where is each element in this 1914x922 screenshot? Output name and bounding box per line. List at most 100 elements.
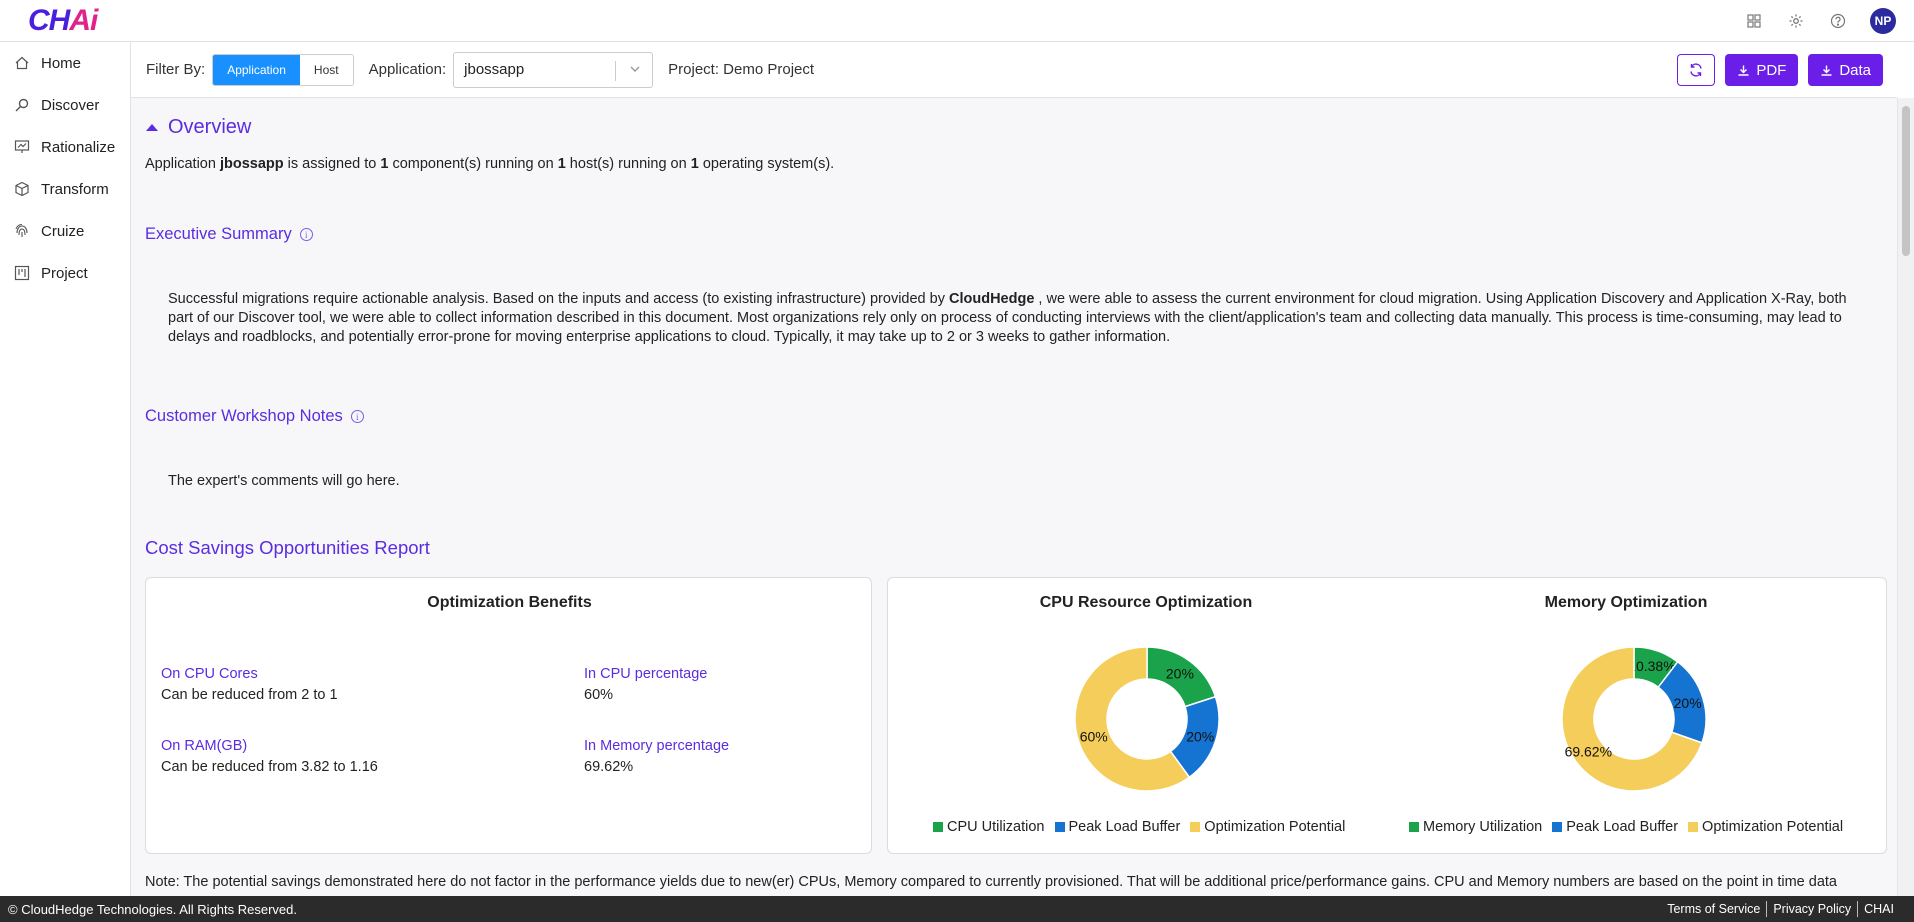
board-icon — [12, 263, 32, 283]
legend-swatch — [1054, 822, 1065, 832]
legend-item[interactable]: CPU Utilization — [933, 819, 1045, 835]
sidebar-item-label: Discover — [41, 96, 100, 114]
memory-percentage-label: In Memory percentage — [584, 738, 730, 754]
executive-summary-title: Executive Summary i — [145, 225, 313, 244]
optimization-benefits-card: Optimization Benefits On CPU Cores Can b… — [145, 577, 872, 854]
workshop-notes-title: Customer Workshop Notes i — [145, 407, 364, 426]
cube-icon — [12, 179, 32, 199]
copyright-text: © CloudHedge Technologies. All Rights Re… — [8, 901, 298, 917]
sidebar-item-cruize[interactable]: Cruize — [0, 210, 130, 252]
filter-application-button[interactable]: Application — [213, 54, 300, 85]
sidebar-item-rationalize[interactable]: Rationalize — [0, 126, 130, 168]
app-logo[interactable]: CHAi — [28, 4, 98, 38]
filter-by-label: Filter By: — [146, 61, 206, 78]
cpu-cores-value: Can be reduced from 2 to 1 — [161, 687, 338, 703]
memory-percentage-value: 69.62% — [584, 759, 634, 775]
avatar[interactable]: NP — [1870, 8, 1896, 34]
optimization-charts-card: CPU Resource Optimization Memory Optimiz… — [887, 577, 1887, 854]
overview-text: Application jbossapp is assigned to 1 co… — [145, 156, 835, 172]
application-select[interactable]: jbossapp — [453, 51, 654, 88]
filter-segmented-control: Application Host — [212, 53, 354, 86]
footer-links: Terms of Service Privacy Policy CHAI — [1661, 896, 1900, 922]
download-icon — [1738, 65, 1749, 76]
content-scrollbar[interactable] — [1897, 98, 1914, 896]
sidebar-item-home[interactable]: Home — [0, 42, 130, 84]
gear-icon[interactable] — [1786, 11, 1806, 31]
legend-item[interactable]: Optimization Potential — [1688, 819, 1843, 835]
memory-chart-legend: Memory Utilization Peak Load Buffer Opti… — [1409, 819, 1843, 835]
cpu-percentage-value: 60% — [584, 687, 614, 703]
project-label: Project: Demo Project — [668, 61, 815, 78]
help-icon[interactable] — [1828, 11, 1848, 31]
sidebar-item-label: Rationalize — [41, 138, 116, 156]
sidebar-item-discover[interactable]: Discover — [0, 84, 130, 126]
sidebar-item-transform[interactable]: Transform — [0, 168, 130, 210]
refresh-button[interactable] — [1677, 54, 1716, 86]
optimization-benefits-title: Optimization Benefits — [427, 594, 592, 611]
legend-swatch — [1688, 822, 1699, 832]
legend-item[interactable]: Peak Load Buffer — [1054, 819, 1180, 835]
main-content: Overview Application jbossapp is assigne… — [131, 98, 1897, 896]
donut-slice-label: 10.38% — [1628, 658, 1675, 674]
chevron-down-icon[interactable] — [628, 62, 642, 80]
pdf-label: PDF — [1756, 61, 1787, 79]
overview-toggle[interactable]: Overview — [146, 116, 251, 139]
legend-item[interactable]: Peak Load Buffer — [1552, 819, 1678, 835]
ram-label: On RAM(GB) — [161, 738, 248, 754]
application-label: Application: — [368, 61, 447, 78]
overview-title: Overview — [168, 116, 252, 138]
caret-up-icon — [146, 124, 158, 131]
cpu-donut-chart: 20% 20% 60% — [1074, 646, 1220, 792]
cpu-cores-label: On CPU Cores — [161, 666, 258, 682]
legend-item[interactable]: Optimization Potential — [1190, 819, 1345, 835]
donut-slice-label: 20% — [1674, 695, 1702, 711]
data-download-button[interactable]: Data — [1808, 54, 1883, 86]
legend-swatch — [1409, 822, 1419, 832]
top-icons: NP — [1744, 8, 1896, 34]
search-icon — [12, 95, 32, 115]
scrollbar-thumb[interactable] — [1902, 106, 1910, 256]
download-icon — [1821, 65, 1832, 76]
memory-chart-title: Memory Optimization — [1544, 594, 1708, 611]
cost-savings-title: Cost Savings Opportunities Report — [145, 537, 430, 558]
donut-slice-label: 20% — [1186, 728, 1214, 744]
footer: © CloudHedge Technologies. All Rights Re… — [0, 896, 1914, 922]
ram-value: Can be reduced from 3.82 to 1.16 — [161, 759, 378, 775]
memory-donut-chart: 10.38% 20% 69.62% — [1561, 646, 1707, 792]
info-icon[interactable]: i — [299, 228, 313, 241]
filter-bar: Filter By: Application Host Application:… — [131, 42, 1897, 98]
cost-note: Note: The potential savings demonstrated… — [145, 874, 1837, 890]
info-icon[interactable]: i — [350, 410, 364, 423]
home-icon — [12, 53, 32, 73]
apps-grid-icon[interactable] — [1744, 11, 1764, 31]
filter-host-button[interactable]: Host — [299, 54, 353, 85]
workshop-notes-text: The expert's comments will go here. — [168, 473, 400, 489]
sidebar: Home Discover Rationalize Transform Crui… — [0, 42, 131, 896]
donut-slice-label: 20% — [1166, 666, 1194, 682]
cpu-chart-title: CPU Resource Optimization — [1039, 594, 1253, 611]
legend-item[interactable]: Memory Utilization — [1409, 819, 1542, 835]
presentation-icon — [12, 137, 32, 157]
data-label: Data — [1839, 61, 1871, 79]
sidebar-item-label: Cruize — [41, 222, 85, 240]
terms-link[interactable]: Terms of Service — [1661, 902, 1766, 916]
sidebar-item-label: Home — [41, 54, 82, 72]
executive-summary-text: Successful migrations require actionable… — [168, 291, 1847, 345]
legend-swatch — [1552, 822, 1563, 832]
select-separator — [615, 60, 617, 81]
chai-link[interactable]: CHAI — [1858, 902, 1900, 916]
legend-swatch — [1190, 822, 1201, 832]
fingerprint-icon — [12, 221, 32, 241]
donut-slice-label: 60% — [1080, 728, 1108, 744]
legend-swatch — [933, 822, 943, 832]
sidebar-item-project[interactable]: Project — [0, 252, 130, 294]
sidebar-item-label: Project — [41, 264, 88, 282]
privacy-link[interactable]: Privacy Policy — [1767, 902, 1857, 916]
donut-slice-label: 69.62% — [1565, 743, 1612, 759]
cpu-percentage-label: In CPU percentage — [584, 666, 708, 682]
filter-actions: PDF Data — [1677, 54, 1883, 86]
pdf-download-button[interactable]: PDF — [1725, 54, 1799, 86]
cpu-chart-legend: CPU Utilization Peak Load Buffer Optimiz… — [933, 819, 1345, 835]
sidebar-item-label: Transform — [41, 180, 109, 198]
refresh-icon — [1690, 63, 1703, 77]
